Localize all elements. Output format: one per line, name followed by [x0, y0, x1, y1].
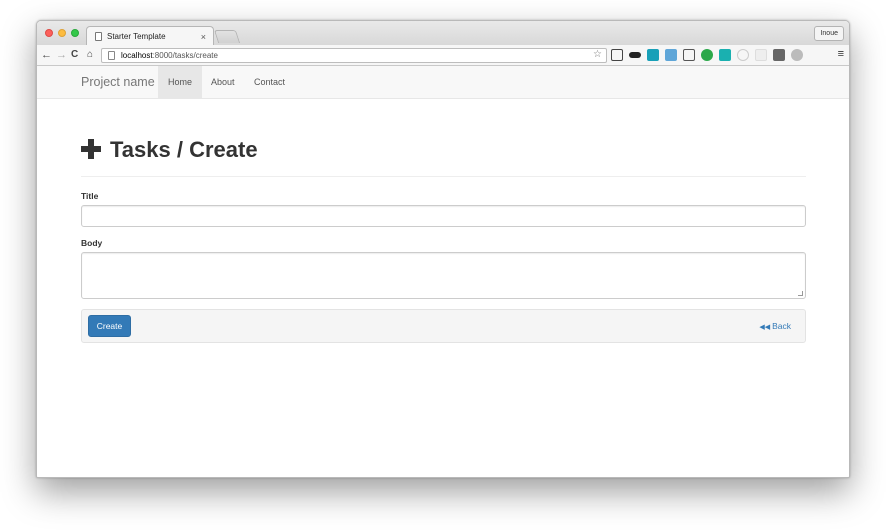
extension-icon[interactable] [647, 49, 659, 61]
extension-icon[interactable] [719, 49, 731, 61]
navbar: Project name Home About Contact [37, 66, 849, 99]
page-icon [108, 51, 115, 60]
url-path: :8000/tasks/create [152, 51, 218, 60]
navbar-brand[interactable]: Project name [81, 75, 155, 89]
document-icon [95, 32, 102, 41]
extension-icons [611, 49, 803, 61]
nav-contact[interactable]: Contact [244, 66, 295, 98]
close-window-icon[interactable] [45, 29, 53, 37]
page-title: Tasks / Create [110, 137, 258, 162]
glasses-extension-icon[interactable] [629, 52, 641, 58]
extension-icon[interactable] [791, 49, 803, 61]
extension-icon[interactable] [755, 49, 767, 61]
extension-icon[interactable] [665, 49, 677, 61]
form-actions: Create ◀◀ Back [81, 309, 806, 343]
back-link-label: Back [772, 321, 791, 331]
browser-window: Starter Template × Inoue ← → C ⌂ localho… [36, 20, 850, 478]
cast-icon[interactable] [611, 49, 623, 61]
bookmark-star-icon[interactable]: ☆ [593, 49, 602, 60]
tab-title: Starter Template [107, 32, 166, 41]
zoom-window-icon[interactable] [71, 29, 79, 37]
reload-icon[interactable]: C [71, 48, 78, 62]
extension-icon[interactable] [773, 49, 785, 61]
nav-about[interactable]: About [201, 66, 245, 98]
backward-icon: ◀◀ [759, 324, 771, 331]
title-input[interactable] [81, 205, 806, 227]
tab-close-icon[interactable]: × [201, 32, 206, 42]
home-icon[interactable]: ⌂ [87, 48, 93, 62]
new-tab-button[interactable] [213, 30, 241, 43]
minimize-window-icon[interactable] [58, 29, 66, 37]
back-link[interactable]: ◀◀ Back [759, 321, 791, 331]
menu-icon[interactable]: ≡ [838, 48, 844, 60]
extension-icon[interactable] [737, 49, 749, 61]
page-content: Project name Home About Contact Tasks / … [37, 66, 849, 477]
browser-toolbar: ← → C ⌂ localhost:8000/tasks/create ☆ ≡ [37, 45, 849, 66]
body-textarea[interactable] [81, 252, 806, 299]
title-label: Title [81, 191, 99, 201]
browser-tab[interactable]: Starter Template × [86, 26, 214, 46]
body-label: Body [81, 238, 103, 248]
create-button[interactable]: Create [88, 315, 131, 337]
address-bar[interactable]: localhost:8000/tasks/create ☆ [101, 48, 607, 63]
forward-arrow-icon[interactable]: → [56, 48, 67, 62]
nav-home[interactable]: Home [158, 66, 203, 98]
extension-icon[interactable] [701, 49, 713, 61]
url-host: localhost [121, 51, 153, 60]
screenshot-extension-icon[interactable] [683, 49, 695, 61]
plus-icon [81, 139, 101, 159]
profile-button[interactable]: Inoue [814, 26, 844, 41]
back-arrow-icon[interactable]: ← [41, 48, 52, 62]
page-header: Tasks / Create [81, 137, 806, 177]
tab-strip: Starter Template × Inoue [37, 21, 849, 46]
resize-handle[interactable] [798, 291, 803, 296]
